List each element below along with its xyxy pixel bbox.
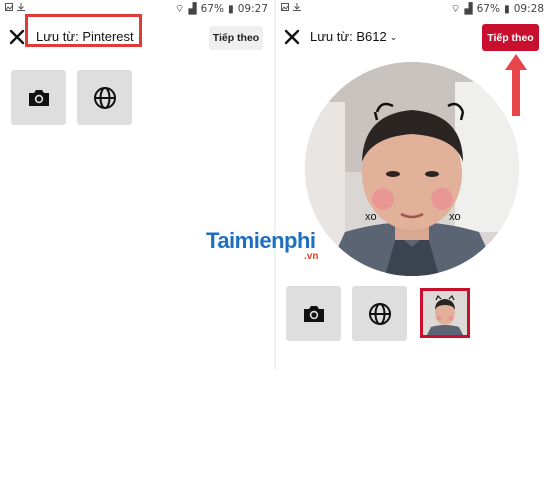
left-screen: ⌔ ▟ 67% ▮ 09:27 Lưu từ: Pinterest ⌄ Tiếp… <box>0 0 274 370</box>
download-notification-icon <box>17 3 25 11</box>
camera-tile[interactable] <box>11 70 66 125</box>
watermark-logo: Taimienphi .vn <box>206 228 318 262</box>
globe-icon <box>93 86 116 109</box>
sticker-text: xo <box>449 211 461 223</box>
battery-icon: ▮ <box>503 3 510 15</box>
globe-icon <box>368 302 391 325</box>
web-tile[interactable] <box>77 70 132 125</box>
next-button[interactable]: Tiếp theo <box>209 26 263 50</box>
web-tile[interactable] <box>352 286 407 341</box>
wifi-icon: ⌔ <box>174 3 185 15</box>
watermark-main: aimienphi <box>217 228 316 253</box>
save-source-dropdown[interactable]: Lưu từ: B612 ⌄ <box>310 29 397 44</box>
sticker-text: xo <box>365 211 377 223</box>
next-button[interactable]: Tiếp theo <box>482 24 539 51</box>
chevron-down-icon: ⌄ <box>389 32 398 42</box>
clock: 09:28 <box>513 3 544 15</box>
signal-icon: ▟ <box>188 3 197 15</box>
signal-icon: ▟ <box>464 3 473 15</box>
image-notification-icon <box>5 3 13 11</box>
status-bar: ⌔ ▟ 67% ▮ 09:28 <box>276 0 550 16</box>
highlight-box <box>25 14 142 47</box>
arrow-up-icon <box>505 54 527 116</box>
download-notification-icon <box>293 3 301 11</box>
close-icon[interactable] <box>8 28 26 46</box>
battery-percent: 67% <box>200 3 224 15</box>
camera-tile[interactable] <box>286 286 341 341</box>
wifi-icon: ⌔ <box>450 3 461 15</box>
battery-icon: ▮ <box>227 3 234 15</box>
clock: 09:27 <box>237 3 268 15</box>
selected-photo-preview: xo xo <box>305 62 519 276</box>
watermark-initial: T <box>206 228 218 253</box>
save-source-label: Lưu từ: B612 <box>310 29 387 44</box>
close-icon[interactable] <box>283 28 301 46</box>
camera-icon <box>28 89 49 106</box>
battery-percent: 67% <box>476 3 500 15</box>
image-notification-icon <box>281 3 289 11</box>
camera-icon <box>303 305 324 322</box>
selected-photo-thumbnail[interactable] <box>420 288 470 338</box>
watermark-sub: .vn <box>304 251 319 262</box>
